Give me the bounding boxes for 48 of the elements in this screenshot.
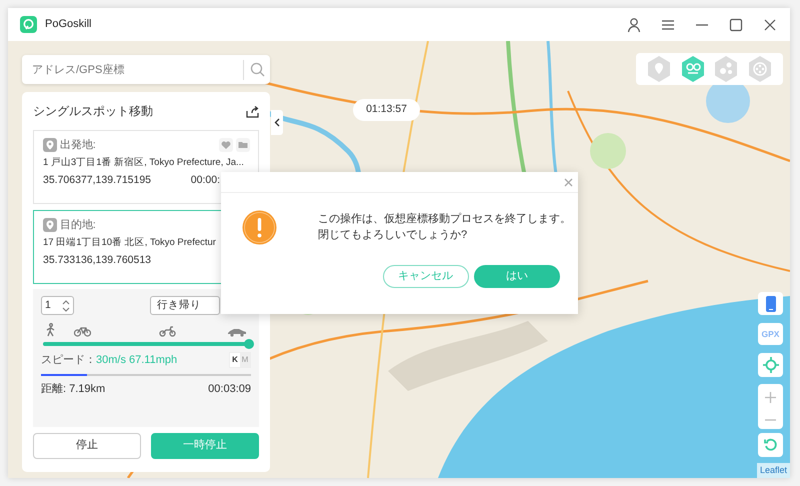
- pin-icon: [43, 218, 57, 232]
- attribution-link[interactable]: Leaflet: [756, 462, 790, 478]
- share-icon[interactable]: [246, 104, 259, 118]
- app-logo-icon: [20, 16, 37, 33]
- bicycle-icon[interactable]: [74, 324, 90, 336]
- account-icon[interactable]: [626, 16, 642, 32]
- spot-card[interactable]: 出発地: 1 戸山3丁目1番 新宿区, Tokyo Prefecture, Ja... 35.706377,139.715195 00:00:: [33, 130, 259, 204]
- spot-address: 17 田端1丁目10番 北区, Tokyo Prefectur: [43, 236, 216, 250]
- spot-address: 1 戸山3丁目1番 新宿区, Tokyo Prefecture, Ja...: [43, 156, 244, 170]
- close-icon[interactable]: [762, 16, 778, 32]
- collapse-panel-button[interactable]: [271, 110, 283, 135]
- panel-title: シングルスポット移動: [33, 103, 153, 120]
- stop-button[interactable]: 停止: [33, 432, 141, 458]
- speed-slider-thumb[interactable]: [244, 339, 254, 349]
- spot-coordinates: 35.733136,139.760513: [43, 252, 152, 268]
- two-spot-mode-icon[interactable]: [680, 55, 706, 83]
- folder-icon[interactable]: [236, 138, 250, 152]
- speed-label: スピード：: [41, 352, 96, 368]
- motorcycle-icon[interactable]: [158, 324, 176, 336]
- maximize-icon[interactable]: [728, 16, 744, 32]
- dialog-message-line: 閉じてもよろしいでしょうか?: [318, 228, 468, 243]
- dialog-message-line: この操作は、仮想座標移動プロセスを終了します。: [318, 212, 571, 227]
- reset-icon[interactable]: [764, 438, 778, 452]
- unit-toggle[interactable]: K: [230, 352, 240, 367]
- zoom-in-icon[interactable]: [765, 392, 776, 403]
- spot-label: 出発地:: [60, 138, 96, 153]
- timer-badge: 01:13:57: [353, 99, 420, 121]
- distance-text: 距離: 7.19km: [41, 382, 106, 397]
- warning-icon: [242, 210, 277, 245]
- search-icon[interactable]: [250, 62, 264, 77]
- spinner-arrows-icon[interactable]: [62, 298, 70, 312]
- spot-label: 目的地:: [60, 218, 96, 232]
- app-title: PoGoskill: [45, 17, 92, 32]
- car-icon[interactable]: [227, 326, 247, 336]
- chevron-left-icon[interactable]: [274, 118, 280, 127]
- crosshair-icon[interactable]: [762, 357, 778, 373]
- phone-icon[interactable]: [766, 296, 776, 312]
- reset-button[interactable]: [758, 433, 783, 457]
- pin-icon: [43, 138, 57, 152]
- spot-time: 00:00:: [190, 173, 220, 188]
- repeat-count-field[interactable]: 1: [41, 296, 74, 315]
- speed-value: 30m/s 67.11mph: [96, 352, 178, 368]
- locate-button[interactable]: [758, 353, 783, 377]
- device-button[interactable]: [758, 292, 783, 315]
- route-mode-dropdown[interactable]: 行き帰り: [150, 296, 220, 315]
- walk-icon[interactable]: [45, 322, 57, 336]
- spot-coordinates: 35.706377,139.715195: [43, 173, 152, 188]
- remaining-time-text: 00:03:09: [208, 382, 251, 397]
